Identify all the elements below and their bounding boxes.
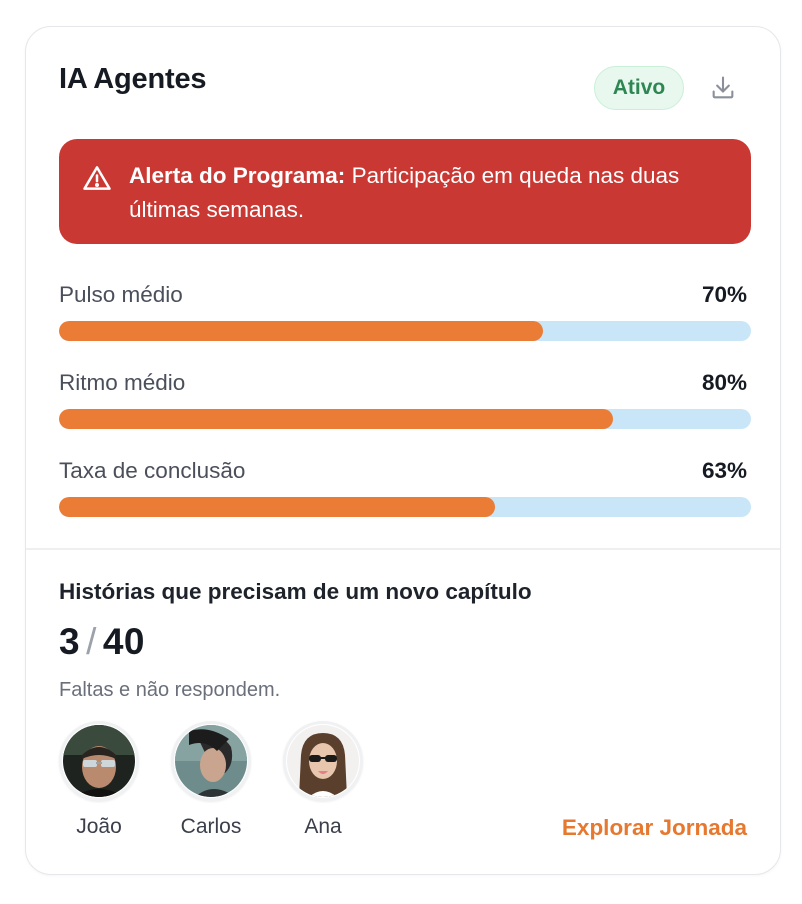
download-icon [712,76,734,99]
progress-fill [59,497,495,517]
avatar-photo [287,725,359,797]
avatar-photo [63,725,135,797]
stories-count: 3/40 [59,621,145,663]
person-name: Ana [304,815,342,838]
metric-label: Pulso médio [59,282,183,307]
avatar [171,721,251,801]
program-alert: Alerta do Programa: Participação em qued… [59,139,751,244]
progress-fill [59,321,544,341]
status-badge: Ativo [594,66,684,110]
metric-label: Taxa de conclusão [59,458,246,483]
avatar-photo [175,725,247,797]
metric-value: 70% [701,282,747,307]
section-divider [26,548,780,550]
person-joao[interactable]: João [57,721,141,839]
explore-journey-link[interactable]: Explorar Jornada [562,815,747,841]
person-carlos[interactable]: Carlos [169,721,253,839]
progress-bar [59,409,751,429]
progress-bar [59,321,751,341]
person-name: Carlos [180,815,242,838]
stories-count-value: 3 [59,621,81,662]
stories-subtitle: Faltas e não respondem. [59,679,281,701]
person-ana[interactable]: Ana [281,721,365,839]
download-button[interactable] [702,67,744,109]
progress-bar [59,497,751,517]
metric-value: 80% [701,370,747,395]
stories-title: Histórias que precisam de um novo capítu… [59,579,532,604]
person-name: João [76,815,122,838]
count-separator: / [86,621,97,662]
warning-triangle-icon [83,166,111,190]
alert-title: Alerta do Programa: [129,163,346,188]
stories-count-total: 40 [102,621,146,662]
avatar [283,721,363,801]
program-card: IA Agentes Ativo Alerta do Programa: Par… [25,26,781,875]
progress-fill [59,409,613,429]
card-title: IA Agentes [59,63,207,95]
avatar [59,721,139,801]
metric-label: Ritmo médio [59,370,186,395]
metric-value: 63% [701,458,747,483]
